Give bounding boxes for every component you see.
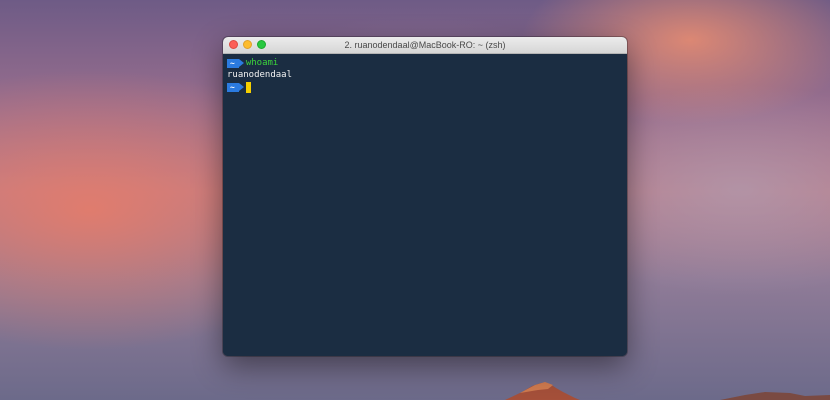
text-cursor (245, 81, 251, 93)
terminal-line-output: ruanodendaal (227, 69, 623, 81)
terminal-line-current: ~ (227, 81, 623, 93)
prompt-badge: ~ (227, 82, 244, 92)
minimize-button[interactable] (243, 40, 252, 49)
terminal-content[interactable]: ~ whoami ruanodendaal ~ (223, 54, 627, 356)
command-text: whoami (245, 58, 279, 68)
window-title: 2. ruanodendaal@MacBook-RO: ~ (zsh) (344, 40, 506, 50)
close-button[interactable] (229, 40, 238, 49)
zoom-button[interactable] (257, 40, 266, 49)
terminal-window: 2. ruanodendaal@MacBook-RO: ~ (zsh) ~ wh… (223, 37, 627, 356)
prompt-badge: ~ (227, 58, 244, 68)
window-controls (229, 40, 266, 49)
output-text: ruanodendaal (227, 70, 293, 80)
terminal-line-command: ~ whoami (227, 57, 623, 69)
title-bar[interactable]: 2. ruanodendaal@MacBook-RO: ~ (zsh) (223, 37, 627, 54)
